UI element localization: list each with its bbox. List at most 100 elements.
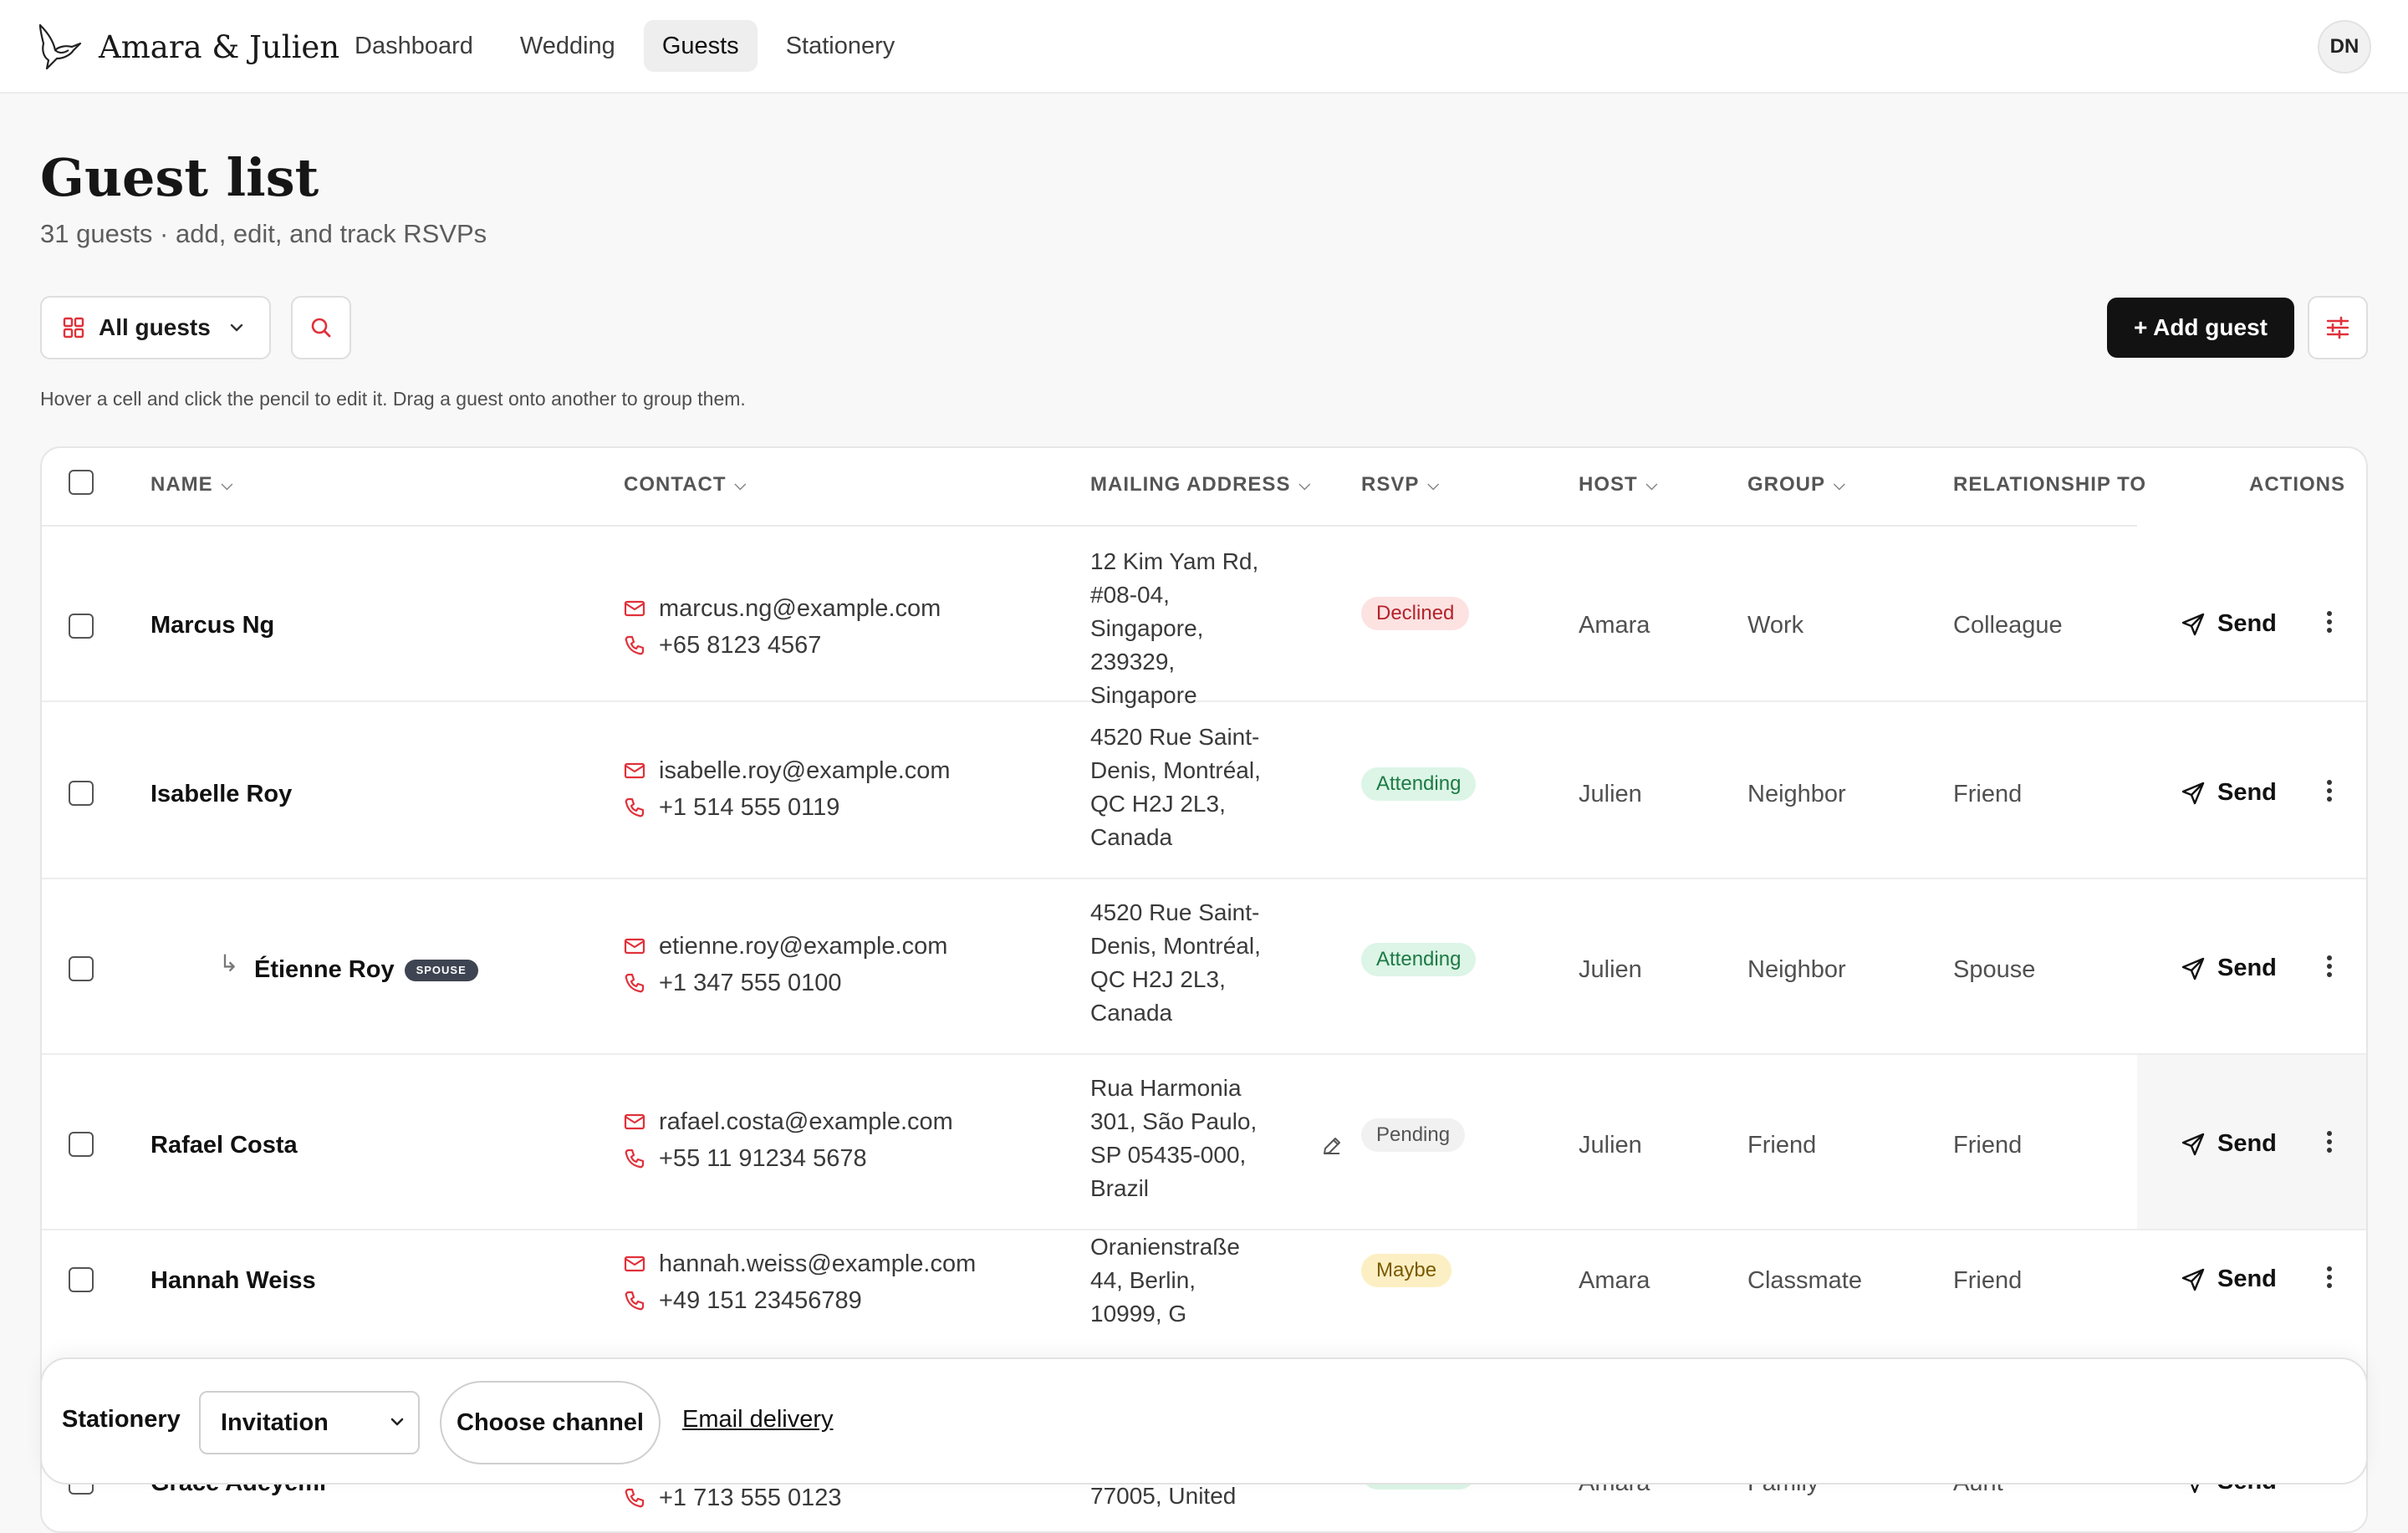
rsvp-cell[interactable]: Declined [1361,597,1470,630]
brand[interactable]: Amara & Julien [37,22,339,72]
paper-plane-icon [2181,957,2205,980]
row-checkbox[interactable] [69,614,94,639]
guest-phone: +1 347 555 0100 [659,969,842,996]
more-options-icon[interactable] [2319,607,2339,637]
host-cell[interactable]: Julien [1579,1132,1642,1159]
row-checkbox[interactable] [69,1267,94,1292]
row-checkbox[interactable] [69,1132,94,1157]
table-row[interactable]: Isabelle Roy isabelle.roy@example.com +1… [42,702,2366,879]
rsvp-cell[interactable]: Attending [1361,767,1477,801]
guest-email: marcus.ng@example.com [659,594,941,622]
address-cell[interactable]: Rua Harmonia 301, São Paulo, SP 05435-00… [1090,1072,1274,1205]
column-header-rsvp[interactable]: RSVP ⌵ [1361,473,1440,497]
table-row[interactable]: ↳ Étienne Roy SPOUSE etienne.roy@example.… [42,879,2366,1055]
phone-icon [625,797,645,817]
guest-name[interactable]: Hannah Weiss [150,1267,316,1295]
mail-icon [624,1113,645,1130]
send-button[interactable]: Send [2181,779,2277,807]
filter-label: All guests [99,314,211,340]
host-cell[interactable]: Julien [1579,781,1642,808]
sort-chevron-icon: ⌵ [1645,476,1659,493]
relationship-cell[interactable]: Friend [1953,1132,2022,1159]
relationship-cell[interactable]: Spouse [1953,956,2035,984]
rsvp-badge: Declined [1361,597,1470,630]
send-button[interactable]: Send [2181,1130,2277,1158]
column-header-address[interactable]: MAILING ADDRESS ⌵ [1090,473,1311,497]
column-settings-button[interactable] [2308,296,2368,359]
sort-chevron-icon: ⌵ [1427,476,1441,493]
guest-name[interactable]: Marcus Ng [150,612,274,639]
phone-icon [625,1488,645,1508]
phone-icon [625,973,645,993]
relationship-cell[interactable]: Friend [1953,781,2022,808]
address-cell[interactable]: Oranienstraße 44, Berlin, 10999, G [1090,1230,1274,1331]
column-header-host[interactable]: HOST ⌵ [1579,473,1658,497]
address-cell[interactable]: 4520 Rue Saint- Denis, Montréal, QC H2J … [1090,721,1274,854]
guest-name[interactable]: Isabelle Roy [150,781,292,808]
table-row[interactable]: Rafael Costa rafael.costa@example.com +5… [42,1055,2366,1230]
more-options-icon[interactable] [2319,776,2339,806]
group-cell[interactable]: Neighbor [1747,781,1846,808]
contact-cell[interactable]: etienne.roy@example.com +1 347 555 0100 [624,928,947,1001]
mail-icon [624,938,645,955]
contact-cell[interactable]: marcus.ng@example.com +65 8123 4567 [624,590,941,664]
rsvp-cell[interactable]: Maybe [1361,1254,1452,1287]
contact-cell[interactable]: isabelle.roy@example.com +1 514 555 0119 [624,752,951,826]
more-options-icon[interactable] [2319,1262,2339,1292]
nav-dashboard[interactable]: Dashboard [336,20,492,72]
grid-icon [63,317,84,339]
rsvp-cell[interactable]: Pending [1361,1118,1466,1152]
paper-plane-icon [2181,1133,2205,1155]
table-row[interactable]: Marcus Ng marcus.ng@example.com +65 8123… [42,525,2366,708]
user-avatar[interactable]: DN [2318,20,2371,74]
stationery-type-select[interactable]: Invitation [199,1391,420,1454]
more-options-icon[interactable] [2319,1127,2339,1157]
host-cell[interactable]: Amara [1579,612,1650,639]
host-cell[interactable]: Amara [1579,1267,1650,1295]
group-cell[interactable]: Friend [1747,1132,1816,1159]
top-nav: Amara & Julien Dashboard Wedding Guests … [0,0,2408,94]
relationship-cell[interactable]: Colleague [1953,612,2063,639]
contact-cell[interactable]: hannah.weiss@example.com +49 151 2345678… [624,1245,976,1319]
column-header-name[interactable]: NAME ⌵ [150,473,233,497]
nav-stationery[interactable]: Stationery [768,20,914,72]
address-cell[interactable]: 12 Kim Yam Rd, #08-04, Singapore, 239329… [1090,545,1274,712]
pencil-edit-icon[interactable] [1321,1135,1343,1157]
nav-guests[interactable]: Guests [643,20,758,72]
search-button[interactable] [291,296,351,359]
select-all-checkbox[interactable] [69,470,94,495]
guest-filter-dropdown[interactable]: All guests [40,296,271,359]
relationship-cell[interactable]: Friend [1953,1267,2022,1295]
more-options-icon[interactable] [2319,951,2339,981]
rsvp-badge: Attending [1361,943,1477,976]
guest-name-cell[interactable]: Étienne Roy SPOUSE [254,956,478,984]
sort-chevron-icon: ⌵ [734,476,747,493]
column-header-contact[interactable]: CONTACT ⌵ [624,473,747,497]
address-cell[interactable]: 4520 Rue Saint- Denis, Montréal, QC H2J … [1090,896,1274,1030]
group-cell[interactable]: Neighbor [1747,956,1846,984]
column-header-actions: ACTIONS [2249,473,2345,496]
choose-channel-button[interactable]: Choose channel [440,1381,661,1464]
sort-chevron-icon: ⌵ [221,476,234,493]
column-header-relationship[interactable]: RELATIONSHIP TO [1953,473,2146,497]
row-checkbox[interactable] [69,956,94,981]
email-delivery-link[interactable]: Email delivery [682,1406,834,1434]
send-button[interactable]: Send [2181,1266,2277,1293]
send-button[interactable]: Send [2181,610,2277,638]
group-cell[interactable]: Work [1747,612,1803,639]
add-guest-button[interactable]: + Add guest [2107,298,2294,358]
address-cell[interactable]: 77005, United [1090,1480,1274,1513]
guest-name[interactable]: Rafael Costa [150,1132,298,1159]
column-header-group[interactable]: GROUP ⌵ [1747,473,1846,497]
rsvp-cell[interactable]: Attending [1361,943,1477,976]
contact-cell[interactable]: +1 713 555 0123 [624,1480,842,1516]
search-icon [311,318,331,338]
nav-wedding[interactable]: Wedding [502,20,634,72]
page-title: Guest list [40,147,319,208]
row-checkbox[interactable] [69,781,94,806]
contact-cell[interactable]: rafael.costa@example.com +55 11 91234 56… [624,1103,953,1177]
send-button[interactable]: Send [2181,955,2277,982]
guest-email: etienne.roy@example.com [659,932,948,960]
group-cell[interactable]: Classmate [1747,1267,1862,1295]
host-cell[interactable]: Julien [1579,956,1642,984]
